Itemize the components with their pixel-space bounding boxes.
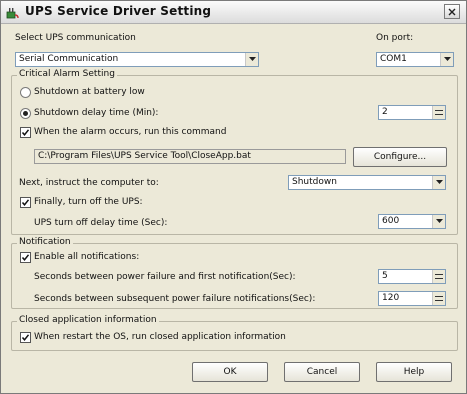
select-communication-label: Select UPS communication	[15, 33, 136, 43]
shutdown-delay-value: 2	[382, 107, 388, 117]
next-instruct-label: Next, instruct the computer to:	[19, 178, 159, 188]
first-notification-spinner[interactable]: 5	[378, 269, 446, 284]
enable-notifications-checkbox[interactable]	[20, 252, 31, 263]
chevron-down-icon[interactable]	[440, 53, 453, 66]
shutdown-delay-label[interactable]: Shutdown delay time (Min):	[34, 108, 158, 119]
run-command-label[interactable]: When the alarm occurs, run this command	[34, 127, 226, 138]
ups-plug-icon	[6, 5, 20, 19]
communication-select[interactable]: Serial Communication	[15, 52, 259, 67]
title-bar[interactable]: UPS Service Driver Setting	[1, 1, 466, 24]
port-select-value: COM1	[380, 54, 407, 64]
turn-off-ups-checkbox[interactable]	[20, 197, 31, 208]
ok-button[interactable]: OK	[192, 362, 268, 382]
subsequent-notification-label: Seconds between subsequent power failure…	[34, 294, 316, 304]
help-button[interactable]: Help	[376, 362, 452, 382]
turn-off-delay-label: UPS turn off delay time (Sec):	[34, 218, 168, 228]
subsequent-notification-value: 120	[382, 293, 400, 303]
shutdown-delay-radio[interactable]	[20, 108, 31, 119]
turn-off-ups-label[interactable]: Finally, turn off the UPS:	[34, 197, 143, 208]
shutdown-battery-low-radio[interactable]	[20, 87, 31, 98]
close-button[interactable]	[444, 4, 460, 19]
spinner-icon[interactable]	[432, 106, 445, 119]
first-notification-value: 5	[382, 271, 388, 281]
port-select[interactable]: COM1	[376, 52, 454, 67]
run-closed-app-label[interactable]: When restart the OS, run closed applicat…	[34, 332, 286, 343]
communication-select-value: Serial Communication	[19, 54, 119, 64]
next-instruct-select[interactable]: Shutdown	[288, 175, 446, 190]
first-notification-label: Seconds between power failure and first …	[34, 272, 296, 282]
next-instruct-value: Shutdown	[292, 177, 337, 187]
radio-selected-dot	[23, 111, 28, 116]
dialog-window: UPS Service Driver Setting Select UPS co…	[0, 0, 467, 394]
chevron-down-icon[interactable]	[432, 215, 445, 228]
shutdown-battery-low-label[interactable]: Shutdown at battery low	[34, 87, 145, 98]
enable-notifications-label[interactable]: Enable all notifications:	[34, 252, 139, 263]
chevron-down-icon[interactable]	[432, 176, 445, 189]
checkmark-icon	[21, 254, 30, 261]
shutdown-delay-spinner[interactable]: 2	[378, 105, 446, 120]
run-closed-app-checkbox[interactable]	[20, 332, 31, 343]
critical-alarm-legend: Critical Alarm Setting	[17, 69, 117, 80]
checkmark-icon	[21, 199, 30, 206]
run-command-checkbox[interactable]	[20, 127, 31, 138]
closed-app-legend: Closed application information	[17, 315, 159, 326]
configure-button[interactable]: Configure...	[353, 147, 447, 167]
turn-off-delay-select[interactable]: 600	[378, 214, 446, 229]
close-icon	[448, 8, 456, 16]
command-path-field[interactable]: C:\Program Files\UPS Service Tool\CloseA…	[34, 149, 346, 164]
command-path-value: C:\Program Files\UPS Service Tool\CloseA…	[38, 151, 251, 161]
spinner-icon[interactable]	[432, 270, 445, 283]
window-title: UPS Service Driver Setting	[25, 4, 212, 18]
cancel-button[interactable]: Cancel	[284, 362, 360, 382]
notification-legend: Notification	[17, 237, 73, 248]
chevron-down-icon[interactable]	[245, 53, 258, 66]
checkmark-icon	[21, 129, 30, 136]
turn-off-delay-value: 600	[382, 216, 400, 226]
subsequent-notification-spinner[interactable]: 120	[378, 291, 446, 306]
port-label: On port:	[376, 33, 414, 43]
spinner-icon[interactable]	[432, 292, 445, 305]
checkmark-icon	[21, 334, 30, 341]
